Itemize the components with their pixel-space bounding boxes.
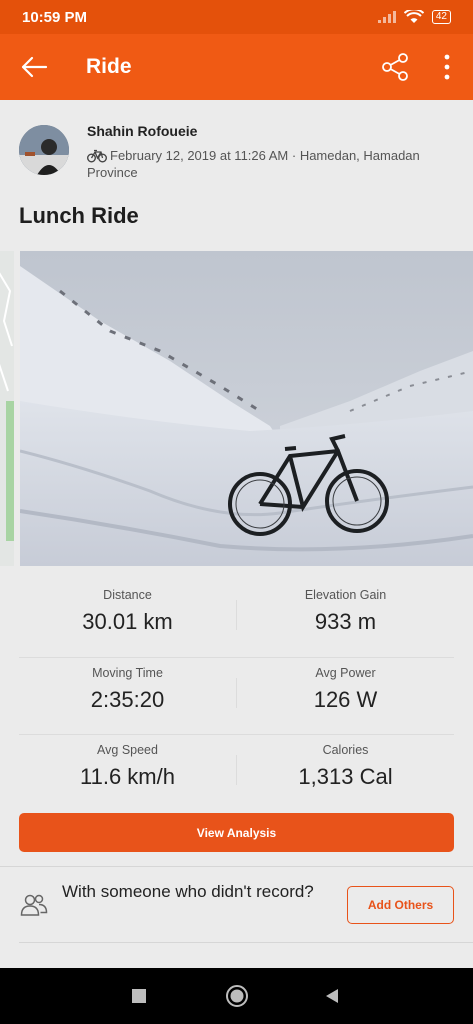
back-nav-button[interactable] — [318, 982, 346, 1010]
bicycle-icon — [87, 149, 107, 163]
stat-elevation-gain: Elevation Gain 933 m — [237, 588, 454, 635]
battery-indicator: 42 — [431, 10, 451, 24]
stat-label: Moving Time — [92, 665, 163, 680]
status-time: 10:59 PM — [22, 8, 88, 26]
recents-button[interactable] — [125, 982, 153, 1010]
people-icon — [20, 894, 48, 916]
stats-grid: Distance 30.01 km Elevation Gain 933 m M… — [0, 580, 473, 813]
app-bar: Ride — [0, 34, 473, 100]
stat-distance: Distance 30.01 km — [19, 588, 236, 635]
with-someone-prompt: With someone who didn't record? — [62, 882, 314, 901]
stat-calories: Calories 1,313 Cal — [237, 743, 454, 790]
stat-value: 30.01 km — [82, 609, 173, 634]
stat-value: 2:35:20 — [90, 686, 165, 712]
stat-avg-power: Avg Power 126 W — [237, 666, 454, 713]
back-button[interactable] — [0, 34, 68, 100]
arrow-left-icon — [21, 56, 48, 78]
stat-label: Elevation Gain — [304, 588, 387, 602]
activity-title: Lunch Ride — [19, 203, 139, 228]
athlete-name[interactable]: Shahin Rofoueie — [87, 123, 197, 139]
square-icon — [132, 989, 146, 1003]
page-title: Ride — [86, 55, 132, 78]
stat-label: Avg Power — [315, 665, 376, 680]
divider — [19, 942, 473, 943]
status-icons: 42 — [377, 10, 451, 24]
share-icon — [382, 53, 408, 81]
stat-row: Avg Speed 11.6 km/h Calories 1,313 Cal — [19, 735, 454, 813]
wifi-icon — [403, 10, 424, 23]
triangle-back-icon — [326, 989, 338, 1003]
stat-value: 1,313 Cal — [298, 764, 393, 789]
signal-icon — [377, 11, 396, 23]
stat-avg-speed: Avg Speed 11.6 km/h — [19, 743, 236, 790]
stat-value: 933 m — [314, 609, 377, 634]
stat-row: Distance 30.01 km Elevation Gain 933 m — [19, 580, 454, 658]
view-analysis-button[interactable]: View Analysis — [19, 813, 454, 852]
stat-row: Moving Time 2:35:20 Avg Power 126 W — [19, 658, 454, 735]
share-button[interactable] — [375, 49, 415, 85]
home-circle-icon — [226, 985, 248, 1007]
stat-value: 11.6 km/h — [80, 764, 175, 789]
status-bar: 10:59 PM 42 — [0, 0, 473, 34]
route-map-thumbnail[interactable] — [0, 251, 14, 566]
stat-moving-time: Moving Time 2:35:20 — [19, 666, 236, 713]
home-button[interactable] — [223, 982, 251, 1010]
activity-meta: February 12, 2019 at 11:26 AM · Hamedan,… — [87, 147, 437, 181]
stat-label: Avg Speed — [97, 743, 158, 757]
stat-label: Distance — [103, 588, 152, 602]
add-others-button[interactable]: Add Others — [347, 886, 454, 924]
system-nav-bar — [0, 968, 473, 1024]
stat-label: Calories — [322, 743, 369, 757]
avatar[interactable] — [19, 125, 69, 175]
activity-photo[interactable] — [20, 251, 473, 566]
activity-content: Shahin Rofoueie February 12, 2019 at 11:… — [0, 100, 473, 968]
more-options-button[interactable] — [432, 49, 462, 85]
stat-value: 126 W — [313, 686, 378, 712]
more-vertical-icon — [444, 54, 450, 80]
divider — [0, 866, 473, 867]
activity-date-location: February 12, 2019 at 11:26 AM · Hamedan,… — [87, 148, 420, 180]
